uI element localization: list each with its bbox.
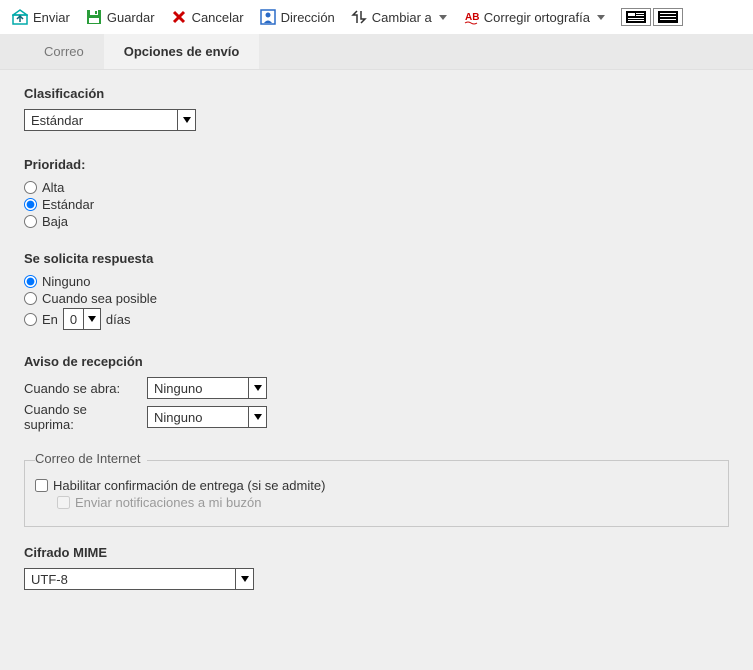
priority-low-radio[interactable] [24,215,37,228]
mime-title: Cifrado MIME [24,545,729,560]
chevron-down-icon [248,407,266,427]
toolbar: Enviar Guardar Cancelar Dirección Cambia… [0,0,753,34]
tabs: Correo Opciones de envío [0,34,753,70]
classification-select[interactable]: Estándar [24,109,196,131]
tab-mail[interactable]: Correo [24,34,104,69]
address-label: Dirección [281,10,335,25]
send-notifications-checkbox [57,496,70,509]
chevron-down-icon [235,569,253,589]
switch-label: Cambiar a [372,10,432,25]
save-button[interactable]: Guardar [86,9,155,25]
reply-title: Se solicita respuesta [24,251,729,266]
cancel-label: Cancelar [192,10,244,25]
switch-button[interactable]: Cambiar a [351,9,447,25]
chevron-down-icon [597,15,605,20]
receipt-delete-value: Ninguno [148,410,248,425]
priority-low-label: Baja [42,214,68,229]
chevron-down-icon [177,110,195,130]
reply-when-possible-radio[interactable] [24,292,37,305]
classification-value: Estándar [25,113,177,128]
switch-icon [351,9,367,25]
svg-text:AB: AB [465,12,479,23]
receipt-delete-label: Cuando se suprima: [24,402,139,432]
spellcheck-icon: AB [463,9,479,25]
reply-days-select[interactable]: 0 [63,308,101,330]
view-mode-group [621,8,683,26]
receipt-open-value: Ninguno [148,381,248,396]
save-icon [86,9,102,25]
receipt-open-label: Cuando se abra: [24,381,139,396]
priority-title: Prioridad: [24,157,729,172]
spellcheck-button[interactable]: AB Corregir ortografía [463,9,605,25]
cancel-icon [171,9,187,25]
spellcheck-label: Corregir ortografía [484,10,590,25]
reply-in-suffix: días [106,312,131,327]
send-notifications-label: Enviar notificaciones a mi buzón [75,495,261,510]
chevron-down-icon [439,15,447,20]
receipt-open-select[interactable]: Ninguno [147,377,267,399]
reply-none-radio[interactable] [24,275,37,288]
send-label: Enviar [33,10,70,25]
plain-view-button[interactable] [653,8,683,26]
classification-title: Clasificación [24,86,729,101]
rich-view-button[interactable] [621,8,651,26]
enable-delivery-checkbox[interactable] [35,479,48,492]
enable-delivery-label: Habilitar confirmación de entrega (si se… [53,478,325,493]
internet-mail-fieldset: Correo de Internet Habilitar confirmació… [24,460,729,527]
receipt-title: Aviso de recepción [24,354,729,369]
reply-in-prefix: En [42,312,58,327]
mime-value: UTF-8 [25,572,235,587]
priority-high-radio[interactable] [24,181,37,194]
save-label: Guardar [107,10,155,25]
reply-when-possible-label: Cuando sea posible [42,291,157,306]
send-button[interactable]: Enviar [12,9,70,25]
priority-high-label: Alta [42,180,64,195]
rich-view-icon [626,11,646,23]
plain-view-icon [658,11,678,23]
priority-standard-label: Estándar [42,197,94,212]
chevron-down-icon [83,309,100,329]
internet-mail-legend: Correo de Internet [35,451,147,466]
address-button[interactable]: Dirección [260,9,335,25]
reply-days-value: 0 [64,312,83,327]
mime-select[interactable]: UTF-8 [24,568,254,590]
reply-none-label: Ninguno [42,274,90,289]
tab-send-options[interactable]: Opciones de envío [104,34,260,69]
priority-standard-radio[interactable] [24,198,37,211]
send-icon [12,9,28,25]
send-options-panel: Clasificación Estándar Prioridad: Alta E… [0,70,753,670]
address-icon [260,9,276,25]
cancel-button[interactable]: Cancelar [171,9,244,25]
chevron-down-icon [248,378,266,398]
receipt-delete-select[interactable]: Ninguno [147,406,267,428]
reply-in-days-radio[interactable] [24,313,37,326]
